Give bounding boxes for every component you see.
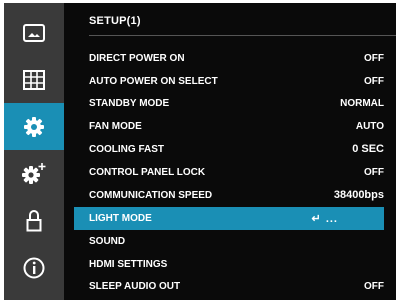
sidebar-item-display[interactable] xyxy=(4,56,64,103)
display-grid-icon xyxy=(23,69,45,90)
menu-item-label: CONTROL PANEL LOCK xyxy=(89,166,206,178)
menu-item-cooling-fast[interactable]: COOLING FAST 0 SEC xyxy=(74,138,384,161)
sidebar-item-information[interactable] xyxy=(4,244,64,291)
menu-item-sound[interactable]: SOUND xyxy=(74,230,384,253)
menu-item-label: COMMUNICATION SPEED xyxy=(89,189,213,201)
menu-item-hdmi-settings[interactable]: HDMI SETTINGS xyxy=(74,253,384,276)
menu-item-label: COOLING FAST xyxy=(89,143,164,155)
menu-item-value: NORMAL xyxy=(340,98,384,110)
menu-item-label: STANDBY MODE xyxy=(89,98,170,110)
setup-menu-window: SETUP(1) DIRECT POWER ON OFF AUTO POWER … xyxy=(4,3,396,300)
menu-item-label: AUTO POWER ON SELECT xyxy=(89,75,218,87)
gear-icon xyxy=(23,116,45,138)
menu-item-label: HDMI SETTINGS xyxy=(89,258,168,270)
enter-submenu-indicator: ↵ ... xyxy=(311,212,338,225)
menu-item-value: 0 SEC xyxy=(352,143,384,156)
picture-icon xyxy=(23,23,45,42)
menu-item-value: 38400bps xyxy=(333,189,384,202)
menu-item-label: DIRECT POWER ON xyxy=(89,52,185,64)
menu-item-value: OFF xyxy=(364,166,384,178)
title-divider xyxy=(89,35,396,36)
menu-item-label: LIGHT MODE xyxy=(89,212,152,224)
sidebar xyxy=(4,3,64,300)
menu-item-auto-power-on-select[interactable]: AUTO POWER ON SELECT OFF xyxy=(74,70,384,93)
menu-item-value: OFF xyxy=(364,52,384,64)
gear-plus-icon xyxy=(21,162,47,186)
menu-item-communication-speed[interactable]: COMMUNICATION SPEED 38400bps xyxy=(74,184,384,207)
sidebar-item-security[interactable] xyxy=(4,197,64,244)
menu-item-control-panel-lock[interactable]: CONTROL PANEL LOCK OFF xyxy=(74,161,384,184)
info-icon xyxy=(23,257,45,279)
menu-item-value: OFF xyxy=(364,75,384,87)
sidebar-item-advanced-setup[interactable] xyxy=(4,150,64,197)
menu-item-light-mode[interactable]: LIGHT MODE ↵ ... xyxy=(74,207,384,230)
menu-item-label: SOUND xyxy=(89,235,126,247)
sidebar-item-setup[interactable] xyxy=(4,103,64,150)
menu-item-value: AUTO xyxy=(355,120,384,132)
menu-item-label: FAN MODE xyxy=(89,120,142,132)
page-title: SETUP(1) xyxy=(89,15,141,27)
menu-item-label: SLEEP AUDIO OUT xyxy=(89,281,181,293)
menu-item-sleep-audio-out[interactable]: SLEEP AUDIO OUT OFF xyxy=(74,276,384,299)
menu-item-standby-mode[interactable]: STANDBY MODE NORMAL xyxy=(74,93,384,116)
menu-item-value: OFF xyxy=(364,281,384,293)
lock-icon xyxy=(26,209,42,232)
menu-item-direct-power-on[interactable]: DIRECT POWER ON OFF xyxy=(74,47,384,70)
menu-item-fan-mode[interactable]: FAN MODE AUTO xyxy=(74,115,384,138)
settings-panel: SETUP(1) DIRECT POWER ON OFF AUTO POWER … xyxy=(74,3,396,300)
sidebar-item-picture[interactable] xyxy=(4,9,64,56)
